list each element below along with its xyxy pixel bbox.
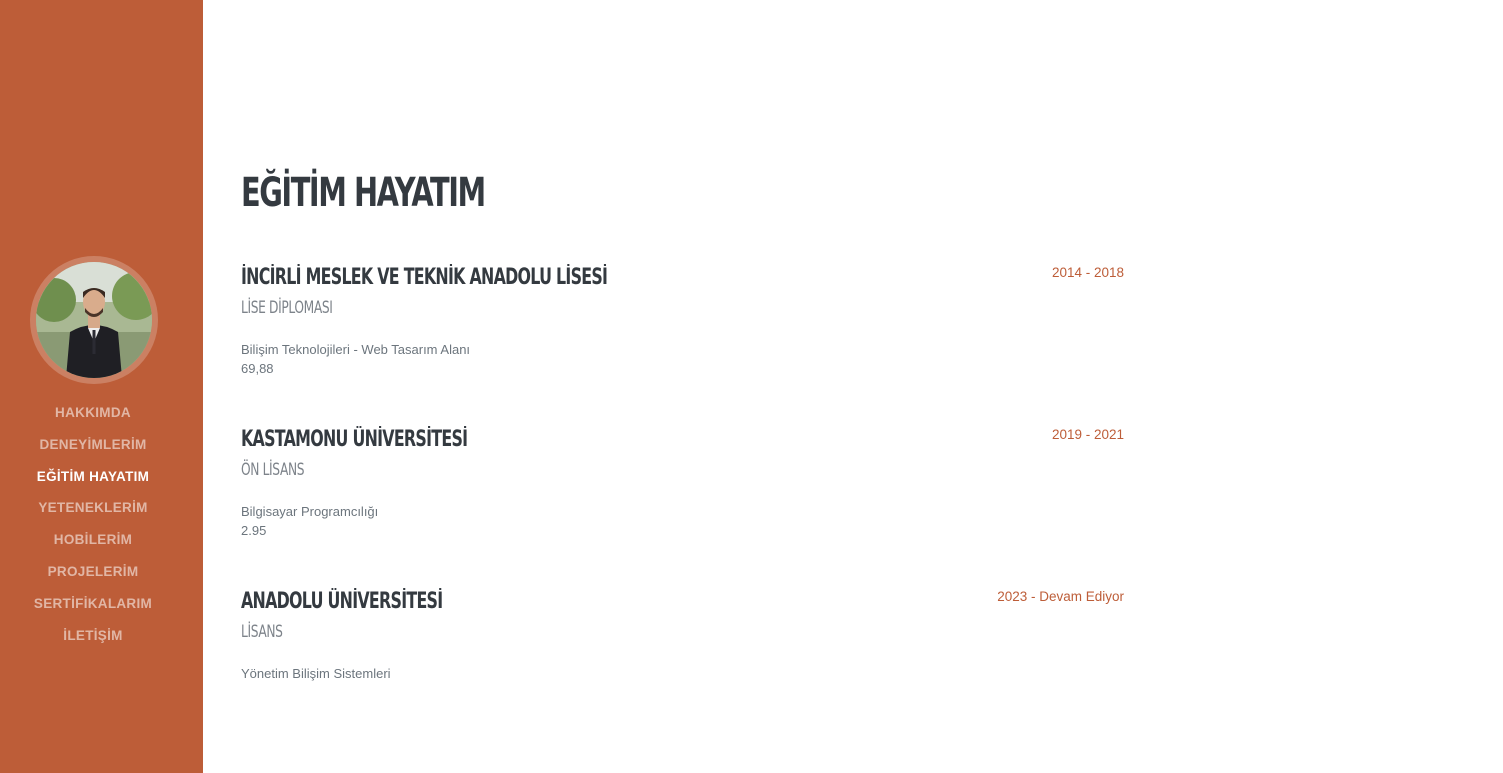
- program: Yönetim Bilişim Sistemleri: [241, 666, 391, 681]
- date-range: 2014 - 2018: [1051, 265, 1124, 280]
- nav-item-yeteneklerim[interactable]: YETENEKLERİM: [0, 495, 186, 527]
- school-name: KASTAMONU ÜNİVERSİTESİ: [241, 427, 468, 452]
- nav-link[interactable]: PROJELERİM: [48, 564, 139, 579]
- nav-item-deneyimlerim[interactable]: DENEYİMLERİM: [0, 432, 186, 464]
- date-range: 2023 - Devam Ediyor: [997, 589, 1124, 604]
- main-content: EĞİTİM HAYATIM İNCİRLİ MESLEK VE TEKNİK …: [241, 0, 1124, 773]
- nav-item-egitim-hayatim[interactable]: EĞİTİM HAYATIM: [0, 464, 186, 496]
- education-entry: ANADOLU ÜNİVERSİTESİ LİSANS Yönetim Bili…: [241, 589, 1124, 709]
- program: Bilgisayar Programcılığı: [241, 504, 379, 519]
- degree: LİSANS: [241, 622, 283, 642]
- education-details: Bilgisayar Programcılığı 2.95: [241, 502, 378, 540]
- grade: 2.95: [241, 523, 267, 538]
- education-entry: İNCİRLİ MESLEK VE TEKNİK ANADOLU LİSESİ …: [241, 265, 1124, 385]
- nav-link[interactable]: DENEYİMLERİM: [39, 437, 146, 452]
- avatar[interactable]: [30, 256, 158, 384]
- grade: 69,88: [241, 361, 274, 376]
- degree: ÖN LİSANS: [241, 460, 305, 480]
- degree: LİSE DİPLOMASI: [241, 298, 333, 318]
- nav-item-sertifikalarim[interactable]: SERTİFİKALARIM: [0, 591, 186, 623]
- nav-item-hobilerim[interactable]: HOBİLERİM: [0, 527, 186, 559]
- education-entry: KASTAMONU ÜNİVERSİTESİ ÖN LİSANS Bilgisa…: [241, 427, 1124, 547]
- nav-link[interactable]: HAKKIMDA: [55, 405, 131, 420]
- main-nav: HAKKIMDA DENEYİMLERİM EĞİTİM HAYATIM YET…: [0, 400, 186, 654]
- profile-photo-icon: [36, 262, 152, 378]
- nav-link[interactable]: YETENEKLERİM: [38, 500, 147, 515]
- page-title: EĞİTİM HAYATIM: [241, 170, 486, 216]
- education-details: Yönetim Bilişim Sistemleri: [241, 664, 391, 683]
- date-range: 2019 - 2021: [1051, 427, 1124, 442]
- nav-item-iletisim[interactable]: İLETİŞİM: [0, 623, 186, 655]
- nav-item-hakkimda[interactable]: HAKKIMDA: [0, 400, 186, 432]
- school-name: ANADOLU ÜNİVERSİTESİ: [241, 589, 443, 614]
- education-details: Bilişim Teknolojileri - Web Tasarım Alan…: [241, 340, 470, 378]
- nav-link[interactable]: SERTİFİKALARIM: [34, 596, 152, 611]
- program: Bilişim Teknolojileri - Web Tasarım Alan…: [241, 342, 471, 357]
- nav-link[interactable]: İLETİŞİM: [63, 628, 122, 643]
- profile-photo: [36, 262, 152, 378]
- nav-item-projelerim[interactable]: PROJELERİM: [0, 559, 186, 591]
- school-name: İNCİRLİ MESLEK VE TEKNİK ANADOLU LİSESİ: [241, 265, 608, 290]
- nav-link[interactable]: EĞİTİM HAYATIM: [37, 469, 149, 484]
- nav-link[interactable]: HOBİLERİM: [54, 532, 132, 547]
- sidebar: HAKKIMDA DENEYİMLERİM EĞİTİM HAYATIM YET…: [0, 0, 203, 773]
